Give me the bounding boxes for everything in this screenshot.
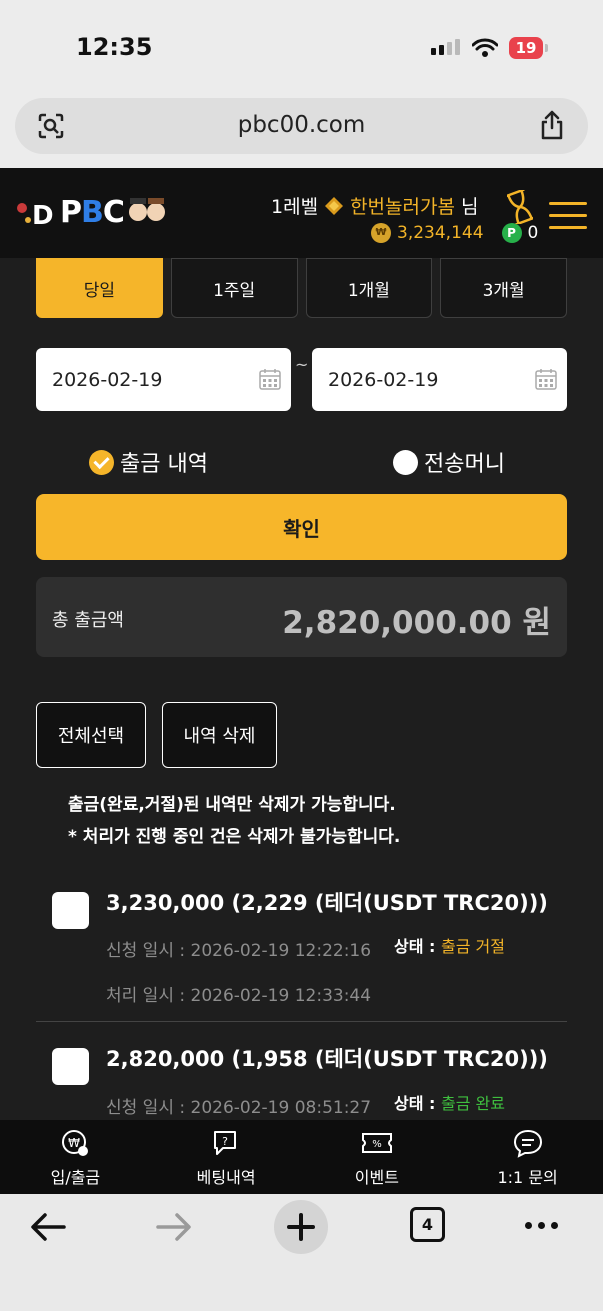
start-date-value: 2026-02-19 <box>52 368 163 391</box>
nav-betting-history[interactable]: ? 베팅내역 <box>151 1120 302 1194</box>
calendar-icon[interactable] <box>535 368 557 390</box>
notice-line-1: 출금(완료,거절)된 내역만 삭제가 가능합니다. <box>68 795 396 815</box>
request-time-label: 신청 일시 : <box>106 1098 186 1118</box>
unchecked-radio-icon[interactable] <box>393 449 418 475</box>
svg-text:%: % <box>372 1139 382 1150</box>
hourglass-icon[interactable] <box>507 190 533 224</box>
browser-toolbar: 4 <box>0 1194 603 1311</box>
share-icon[interactable] <box>538 110 566 140</box>
username: 한번놀러가봄 <box>350 196 455 218</box>
transaction-title: 3,230,000 (2,229 (테더(USDT TRC20))) <box>106 891 548 915</box>
row-checkbox[interactable] <box>52 1048 89 1085</box>
status-label: 상태 : <box>394 937 436 956</box>
user-level-line: 1레벨 한번놀러가봄 님 <box>271 192 478 219</box>
tab-1-month[interactable]: 1개월 <box>305 258 433 318</box>
point-coin-icon: P <box>501 223 522 243</box>
row-checkbox[interactable] <box>52 892 89 929</box>
request-time-label: 신청 일시 : <box>106 941 186 961</box>
nav-deposit-withdraw[interactable]: ₩ 입/출금 <box>0 1120 151 1194</box>
event-ticket-icon: % <box>361 1133 392 1153</box>
betting-history-icon: ? <box>214 1131 237 1155</box>
svg-text:₩: ₩ <box>68 1136 80 1150</box>
delete-history-button[interactable]: 내역 삭제 <box>162 702 277 768</box>
total-withdrawal-label: 총 출금액 <box>52 610 124 631</box>
notice-line-2: * 처리가 진행 중인 건은 삭제가 불가능합니다. <box>68 827 401 847</box>
balance-line: ₩ 3,234,144 P 0 <box>371 223 538 243</box>
calendar-icon[interactable] <box>259 368 281 390</box>
status-time: 12:35 <box>76 33 153 61</box>
status-value-complete: 출금 완료 <box>441 1094 505 1113</box>
tabs-button[interactable]: 4 <box>410 1207 445 1242</box>
status: 상태 : 출금 거절 <box>394 933 505 957</box>
cellular-signal-icon <box>431 39 460 55</box>
select-all-button[interactable]: 전체선택 <box>36 702 146 768</box>
status: 상태 : 출금 완료 <box>394 1090 505 1114</box>
transaction-title: 2,820,000 (1,958 (테더(USDT TRC20))) <box>106 1047 548 1071</box>
svg-text:D: D <box>32 201 54 230</box>
back-arrow-icon[interactable] <box>30 1212 66 1242</box>
won-coin-icon: ₩ <box>371 223 391 243</box>
processed-time-value: 2026-02-19 12:33:44 <box>190 986 372 1006</box>
request-time: 신청 일시 : 2026-02-19 08:51:27 <box>106 1093 371 1118</box>
chat-inquiry-icon <box>513 1129 542 1158</box>
confirm-button[interactable]: 확인 <box>36 494 567 560</box>
status-value-rejected: 출금 거절 <box>441 937 505 956</box>
site-header: D PBC 1레벨 한번놀러가봄 님 ₩ 3,234,144 P 0 <box>0 168 603 258</box>
logo-mascot-icon: D <box>17 201 54 230</box>
url-text[interactable]: pbc00.com <box>15 112 588 138</box>
request-time: 신청 일시 : 2026-02-19 12:22:16 <box>106 936 371 961</box>
honorific: 님 <box>460 196 479 218</box>
total-withdrawal-value: 2,820,000.00 원 <box>282 605 551 641</box>
checked-radio-icon[interactable] <box>89 449 114 475</box>
site-logo[interactable]: D PBC <box>14 194 166 230</box>
nav-inquiry-label: 1:1 문의 <box>497 1168 558 1187</box>
new-tab-button[interactable] <box>274 1200 328 1254</box>
date-separator: ~ <box>295 355 309 374</box>
tab-today[interactable]: 당일 <box>36 258 163 318</box>
forward-arrow-icon[interactable] <box>156 1212 192 1242</box>
end-date-value: 2026-02-19 <box>328 368 439 391</box>
start-date-input[interactable]: 2026-02-19 <box>36 348 291 411</box>
balance-value: 3,234,144 <box>397 223 484 243</box>
svg-text:?: ? <box>222 1135 228 1148</box>
nav-inquiry[interactable]: 1:1 문의 <box>452 1120 603 1194</box>
end-date-input[interactable]: 2026-02-19 <box>312 348 567 411</box>
address-bar[interactable]: pbc00.com <box>15 98 588 154</box>
nav-event[interactable]: % 이벤트 <box>302 1120 453 1194</box>
logo-characters-icon <box>128 198 165 221</box>
status-label: 상태 : <box>394 1094 436 1113</box>
transaction-item: 3,230,000 (2,229 (테더(USDT TRC20))) 신청 일시… <box>36 880 567 1010</box>
divider <box>36 1021 567 1022</box>
withdraw-history-label: 출금 내역 <box>120 452 208 477</box>
processed-time: 처리 일시 : 2026-02-19 12:33:44 <box>106 981 371 1006</box>
request-time-value: 2026-02-19 12:22:16 <box>190 941 372 961</box>
tab-3-months[interactable]: 3개월 <box>440 258 567 318</box>
bottom-navigation: ₩ 입/출금 ? 베팅내역 % 이벤트 1:1 문의 <box>0 1120 603 1194</box>
transaction-item: 2,820,000 (1,958 (테더(USDT TRC20))) 신청 일시… <box>36 1040 567 1120</box>
hamburger-menu-icon[interactable] <box>549 202 587 238</box>
user-level: 1레벨 <box>271 196 319 218</box>
withdraw-history-radio[interactable]: 출금 내역 <box>89 446 208 478</box>
logo-text: PBC <box>60 194 125 230</box>
level-badge-icon <box>325 196 344 215</box>
total-withdrawal-box: 총 출금액 2,820,000.00 원 <box>36 577 567 657</box>
tab-1-week[interactable]: 1주일 <box>170 258 298 318</box>
request-time-value: 2026-02-19 08:51:27 <box>190 1098 372 1118</box>
nav-deposit-withdraw-label: 입/출금 <box>50 1168 101 1187</box>
browser-chrome-top: 12:35 19 pbc00.com <box>0 0 603 168</box>
more-options-icon[interactable] <box>525 1222 558 1229</box>
nav-event-label: 이벤트 <box>354 1168 399 1187</box>
plus-icon <box>287 1213 315 1241</box>
period-tabs: 당일 1주일 1개월 3개월 <box>36 258 567 318</box>
deposit-withdraw-icon: ₩ <box>62 1130 89 1156</box>
transfer-money-radio[interactable]: 전송머니 <box>393 446 505 478</box>
processed-time-label: 처리 일시 : <box>106 986 186 1006</box>
transfer-money-label: 전송머니 <box>424 452 505 477</box>
nav-betting-history-label: 베팅내역 <box>196 1168 256 1187</box>
point-value: 0 <box>527 223 539 243</box>
battery-indicator: 19 <box>509 37 548 59</box>
wifi-icon <box>472 38 498 57</box>
